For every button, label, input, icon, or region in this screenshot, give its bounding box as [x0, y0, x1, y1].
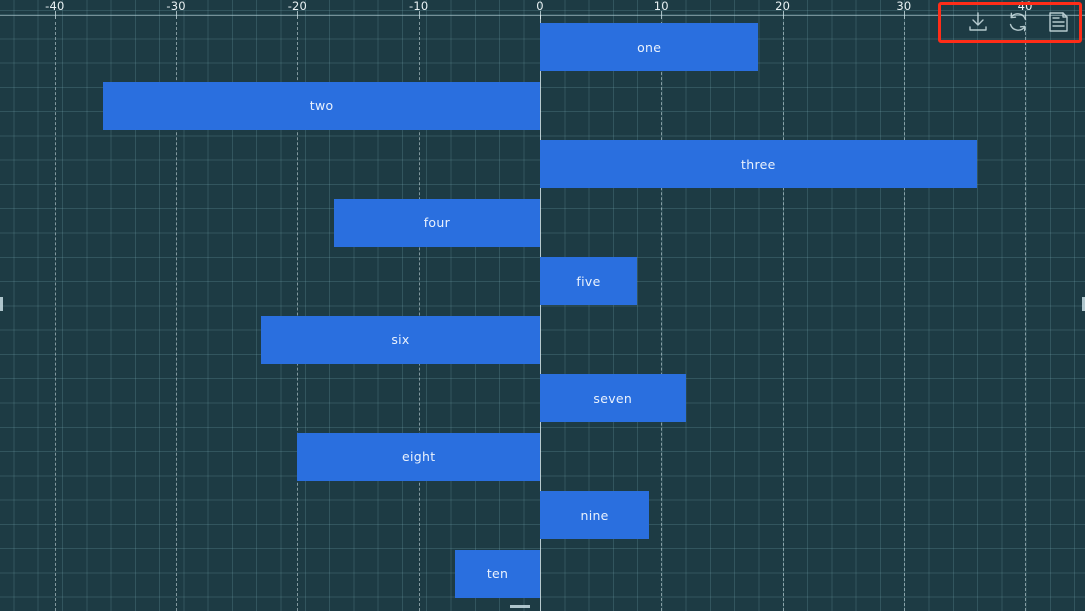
- bar[interactable]: eight: [297, 432, 540, 481]
- bar-label: four: [423, 215, 451, 230]
- x-tick-mark: [903, 11, 905, 19]
- bar[interactable]: nine: [540, 491, 650, 539]
- bar-row: four: [0, 198, 1085, 257]
- bar[interactable]: seven: [540, 374, 686, 422]
- bar-label: one: [637, 39, 662, 55]
- bar-label: six: [391, 332, 410, 347]
- axis-line: [0, 15, 1085, 16]
- bar-chart: -40 -30 -20 -10 0 10 20 30 40 one two three four fiv…: [0, 0, 1085, 611]
- bar-row: three: [0, 139, 1085, 198]
- bar-label: five: [576, 273, 601, 289]
- bar-row: nine: [0, 490, 1085, 549]
- menu-icon[interactable]: [1041, 6, 1075, 38]
- x-tick-mark: [418, 11, 420, 19]
- bar-label: nine: [580, 507, 609, 523]
- x-tick-mark: [54, 11, 56, 19]
- chart-toolbar[interactable]: [957, 3, 1079, 41]
- bar[interactable]: four: [333, 198, 540, 247]
- bar-row: six: [0, 315, 1085, 374]
- bar[interactable]: six: [261, 315, 540, 364]
- bar-label: eight: [401, 449, 436, 464]
- bars-container: one two three four five six seven eight nine ten: [0, 22, 1085, 611]
- bar[interactable]: five: [540, 257, 638, 305]
- bar[interactable]: one: [540, 23, 759, 71]
- x-tick-mark: [661, 11, 663, 19]
- x-tick-mark: [782, 11, 784, 19]
- bar-row: five: [0, 256, 1085, 315]
- download-icon[interactable]: [961, 6, 995, 38]
- bar-row: ten: [0, 549, 1085, 608]
- bar-label: two: [309, 98, 334, 113]
- bar[interactable]: ten: [455, 549, 540, 598]
- bar-label: ten: [486, 566, 509, 581]
- bar-row: eight: [0, 432, 1085, 491]
- bar-row: two: [0, 81, 1085, 140]
- bar-row: one: [0, 22, 1085, 81]
- x-tick-mark: [297, 11, 299, 19]
- bar-label: seven: [593, 390, 633, 406]
- bar[interactable]: two: [103, 81, 540, 130]
- bar[interactable]: three: [540, 140, 977, 188]
- bar-row: seven: [0, 373, 1085, 432]
- reset-icon[interactable]: [1001, 6, 1035, 38]
- bar-label: three: [741, 156, 776, 172]
- x-tick-mark: [176, 11, 178, 19]
